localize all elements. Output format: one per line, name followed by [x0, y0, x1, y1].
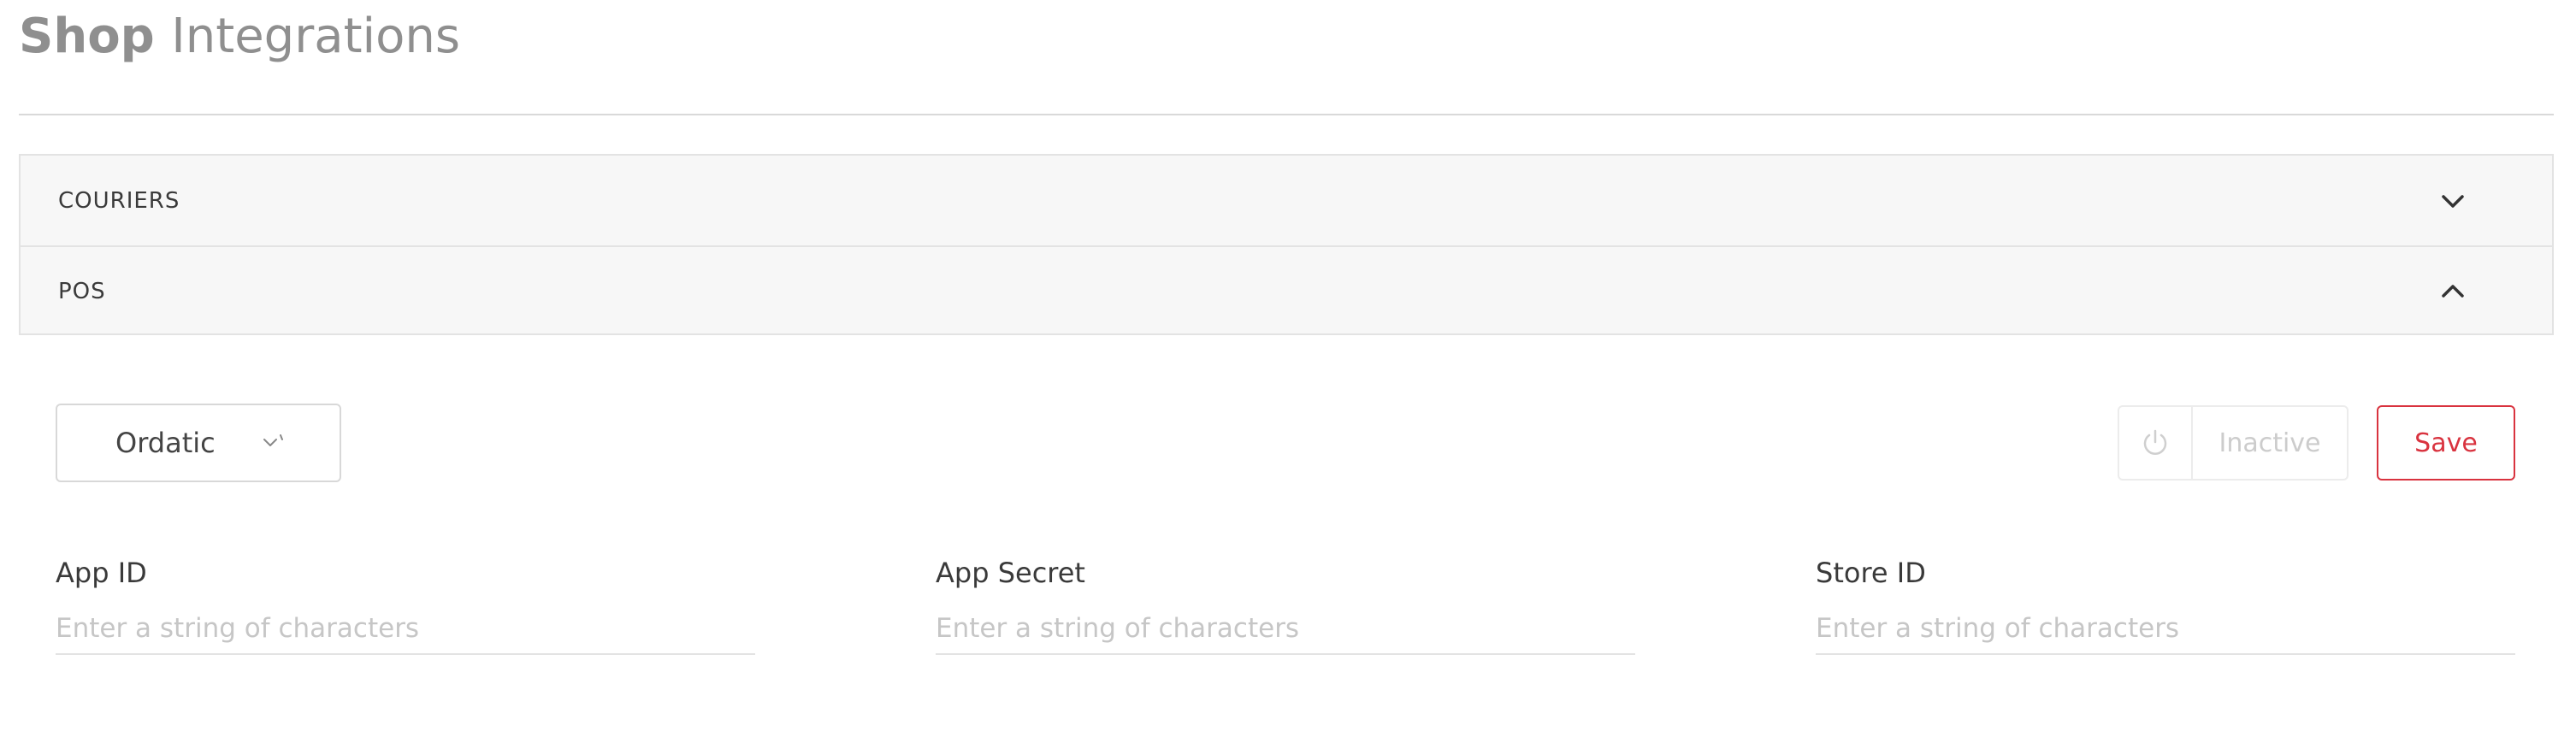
accordion-item-label: COURIERS — [58, 187, 180, 214]
chevron-up-icon[interactable] — [2439, 278, 2467, 305]
app-id-input[interactable] — [56, 604, 755, 655]
caret-down-icon — [263, 434, 283, 446]
pos-provider-select[interactable]: Ordatic — [56, 404, 341, 482]
app-id-field-group: App ID — [56, 554, 755, 655]
page-title-secondary: Integrations — [171, 9, 461, 64]
store-id-field-group: Store ID — [1816, 554, 2515, 655]
store-id-label: Store ID — [1816, 557, 1926, 589]
page-title-primary: Shop — [19, 9, 155, 64]
app-secret-input[interactable] — [936, 604, 1635, 655]
page-title: Shop Integrations — [19, 3, 460, 70]
integrations-accordion: COURIERS POS — [19, 154, 2554, 335]
chevron-down-icon[interactable] — [2439, 187, 2467, 215]
power-icon — [2119, 407, 2193, 479]
app-secret-field-group: App Secret — [936, 554, 1635, 655]
save-button[interactable]: Save — [2377, 405, 2515, 481]
status-toggle-button[interactable]: Inactive — [2118, 405, 2349, 481]
app-secret-label: App Secret — [936, 557, 1085, 589]
app-id-label: App ID — [56, 557, 147, 589]
pos-provider-value: Ordatic — [115, 427, 216, 459]
accordion-item-pos[interactable]: POS — [21, 245, 2552, 335]
accordion-item-couriers[interactable]: COURIERS — [21, 156, 2552, 245]
title-divider — [19, 114, 2554, 115]
store-id-input[interactable] — [1816, 604, 2515, 655]
accordion-item-label: POS — [58, 278, 106, 304]
status-label: Inactive — [2219, 427, 2321, 458]
